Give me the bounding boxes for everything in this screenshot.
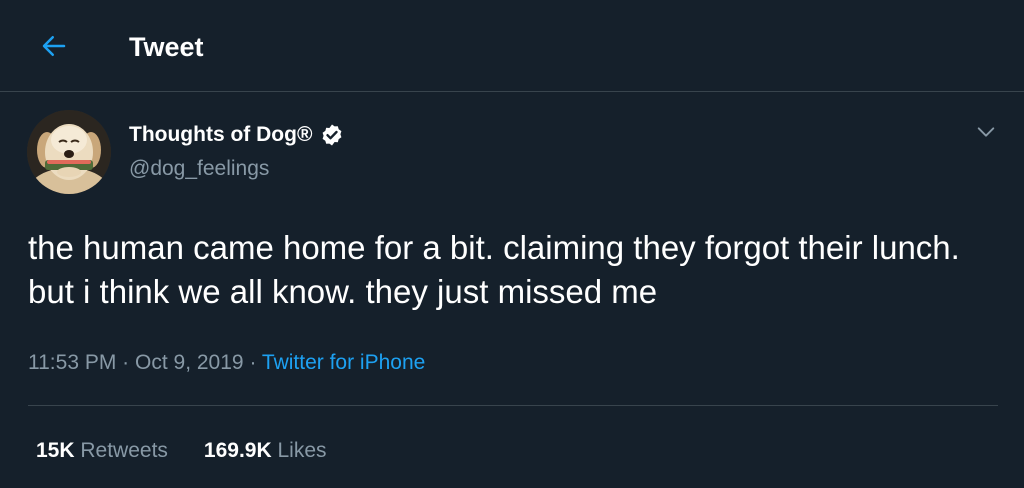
meta-separator: · bbox=[122, 351, 130, 374]
tweet-detail-screen: Tweet Thoughts of Dog® @dog_feelings the… bbox=[0, 0, 1024, 488]
avatar[interactable] bbox=[27, 110, 111, 194]
retweets-stat[interactable]: 15K Retweets bbox=[36, 437, 168, 465]
meta-separator: · bbox=[249, 351, 257, 374]
likes-stat[interactable]: 169.9K Likes bbox=[204, 437, 327, 465]
arrow-left-icon bbox=[42, 36, 66, 56]
more-options-button[interactable] bbox=[970, 116, 1002, 148]
author-username[interactable]: @dog_feelings bbox=[129, 155, 269, 183]
tweet-stats: 15K Retweets 169.9K Likes bbox=[36, 437, 327, 465]
chevron-down-icon bbox=[977, 127, 995, 137]
tweet-date[interactable]: Oct 9, 2019 bbox=[135, 351, 244, 374]
top-bar: Tweet bbox=[0, 0, 1024, 92]
retweets-label: Retweets bbox=[80, 439, 168, 462]
tweet-metadata: 11:53 PM · Oct 9, 2019 · Twitter for iPh… bbox=[28, 349, 425, 377]
divider bbox=[28, 405, 998, 406]
likes-label: Likes bbox=[277, 439, 327, 462]
page-title: Tweet bbox=[129, 32, 204, 62]
tweet-text: the human came home for a bit. claiming … bbox=[28, 229, 960, 310]
author-display-name[interactable]: Thoughts of Dog® bbox=[129, 121, 344, 149]
tweet-source-link[interactable]: Twitter for iPhone bbox=[262, 351, 425, 374]
display-name-text: Thoughts of Dog® bbox=[129, 123, 313, 146]
back-button[interactable] bbox=[36, 28, 72, 64]
retweets-count: 15K bbox=[36, 439, 75, 462]
dog-avatar-image bbox=[27, 110, 111, 194]
verified-badge-icon bbox=[323, 124, 342, 146]
tweet-time[interactable]: 11:53 PM bbox=[28, 351, 116, 374]
likes-count: 169.9K bbox=[203, 439, 272, 462]
